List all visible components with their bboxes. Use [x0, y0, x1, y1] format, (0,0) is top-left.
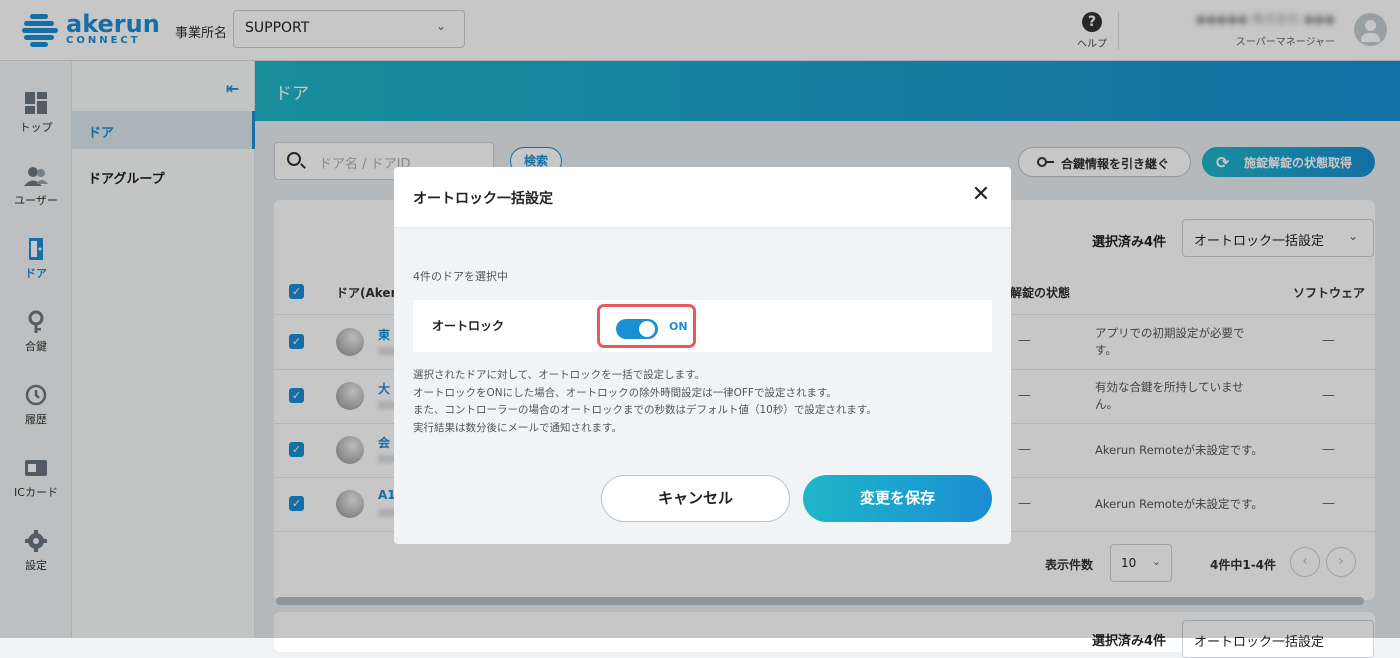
save-button[interactable]: 変更を保存: [803, 475, 992, 522]
description-line: 実行結果は数分後にメールで通知されます。: [413, 421, 622, 434]
highlight-frame: ON: [597, 304, 696, 348]
close-icon[interactable]: ✕: [970, 184, 992, 207]
description-line: また、コントローラーの場合のオートロックまでの秒数はデフォルト値（10秒）で設定…: [413, 404, 877, 416]
description-line: 選択されたドアに対して、オートロックを一括で設定します。: [413, 369, 706, 381]
autolock-label: オートロック: [432, 319, 505, 333]
modal-header: オートロック一括設定 ✕: [394, 167, 1011, 228]
selection-summary: 4件のドアを選択中: [413, 270, 508, 283]
autolock-toggle[interactable]: [616, 319, 658, 339]
autolock-setting-row: オートロック ON: [413, 300, 992, 352]
cancel-button[interactable]: キャンセル: [601, 475, 790, 522]
autolock-bulk-modal: オートロック一括設定 ✕ 4件のドアを選択中 オートロック ON 選択されたドア…: [394, 167, 1011, 544]
modal-description: 選択されたドアに対して、オートロックを一括で設定します。 オートロックをONにし…: [413, 367, 993, 437]
description-line: オートロックをONにした場合、オートロックの除外時間設定は一律OFFで設定されま…: [413, 386, 837, 399]
toggle-state: ON: [669, 320, 688, 333]
modal-title: オートロック一括設定: [413, 191, 553, 207]
